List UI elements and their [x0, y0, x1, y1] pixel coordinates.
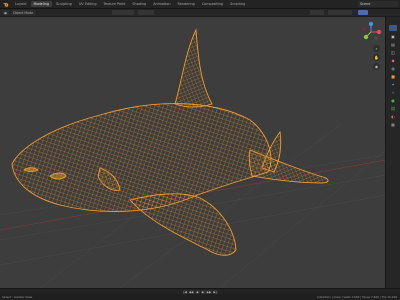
navigation-gizmo[interactable]: [360, 21, 382, 43]
workspace-bar: Layout Modeling Sculpting UV Editing Tex…: [0, 0, 400, 9]
status-hint: Select · Center View: [2, 295, 33, 299]
scene-icon[interactable]: ◆: [389, 57, 397, 63]
tab-rendering[interactable]: Rendering: [174, 1, 197, 7]
z-axis-handle: [368, 21, 374, 27]
editor-type-button[interactable]: ▣: [2, 10, 10, 15]
tool-icon[interactable]: [389, 25, 397, 31]
status-bar: Select · Center View Collection | Cube |…: [0, 294, 400, 300]
modifier-icon[interactable]: ✦: [389, 81, 397, 87]
orca-wireframe-mesh[interactable]: [11, 28, 329, 256]
zoom-icon[interactable]: ⌕: [373, 45, 380, 52]
view-layer-icon[interactable]: ◫: [389, 49, 397, 55]
tab-layout[interactable]: Layout: [12, 1, 30, 7]
y-axis-handle: [363, 34, 369, 40]
tab-modeling[interactable]: Modeling: [30, 1, 52, 7]
overlay-toggle[interactable]: [310, 10, 324, 15]
output-icon[interactable]: ▤: [389, 41, 397, 47]
tab-animation[interactable]: Animation: [150, 1, 173, 7]
render-icon[interactable]: ▣: [389, 33, 397, 39]
scene-name: Scene: [360, 2, 371, 6]
tab-shading[interactable]: Shading: [129, 1, 149, 7]
tab-scripting[interactable]: Scripting: [227, 1, 248, 7]
constraints-icon[interactable]: ⛓: [389, 105, 397, 111]
texture-icon[interactable]: ▦: [389, 121, 397, 127]
physics-icon[interactable]: ●: [389, 97, 397, 103]
tab-sculpting[interactable]: Sculpting: [53, 1, 75, 7]
select-menu[interactable]: [138, 10, 154, 15]
scene-statistics: Collection | Cube | Verts 7,654 | Faces …: [317, 295, 397, 299]
pan-hand-icon[interactable]: ✋: [373, 54, 380, 61]
mode-selector[interactable]: Object Mode: [11, 10, 36, 15]
tab-uv-editing[interactable]: UV Editing: [76, 1, 100, 7]
properties-tab-strip: ▣ ▤ ◫ ◆ ◍ ■ ✦ ✧ ● ⛓ ◐ ▦: [385, 17, 400, 288]
view-menu[interactable]: [112, 10, 134, 15]
material-icon[interactable]: ◐: [389, 113, 397, 119]
3d-viewport[interactable]: [0, 17, 386, 288]
shading-buttons[interactable]: [328, 10, 352, 15]
object-icon[interactable]: ■: [389, 73, 397, 79]
scene-selector[interactable]: Scene: [358, 1, 398, 7]
viewport-canvas: [0, 28, 386, 288]
tab-compositing[interactable]: Compositing: [199, 1, 226, 7]
mode-label: Object Mode: [13, 10, 34, 15]
world-icon[interactable]: ◍: [389, 65, 397, 71]
camera-icon[interactable]: ◉: [373, 63, 380, 70]
tab-texture-paint[interactable]: Texture Paint: [101, 1, 129, 7]
blender-logo-icon[interactable]: [2, 1, 9, 7]
wireframe-shading-button[interactable]: [358, 10, 368, 15]
particles-icon[interactable]: ✧: [389, 89, 397, 95]
x-axis-handle: [376, 29, 382, 35]
